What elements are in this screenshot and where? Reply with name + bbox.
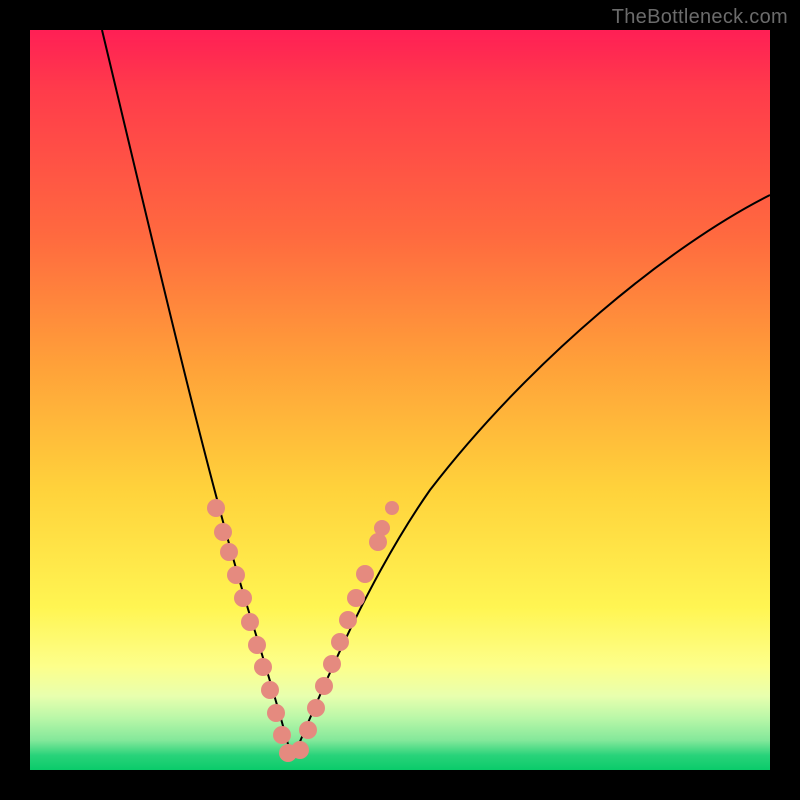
frame: TheBottleneck.com — [0, 0, 800, 800]
chart-overlay — [30, 30, 770, 770]
watermark-text: TheBottleneck.com — [612, 6, 788, 29]
plot-area — [30, 30, 770, 770]
curve-right — [292, 195, 770, 760]
bead-cluster-left — [207, 499, 297, 762]
bead-cluster-right — [291, 501, 399, 759]
